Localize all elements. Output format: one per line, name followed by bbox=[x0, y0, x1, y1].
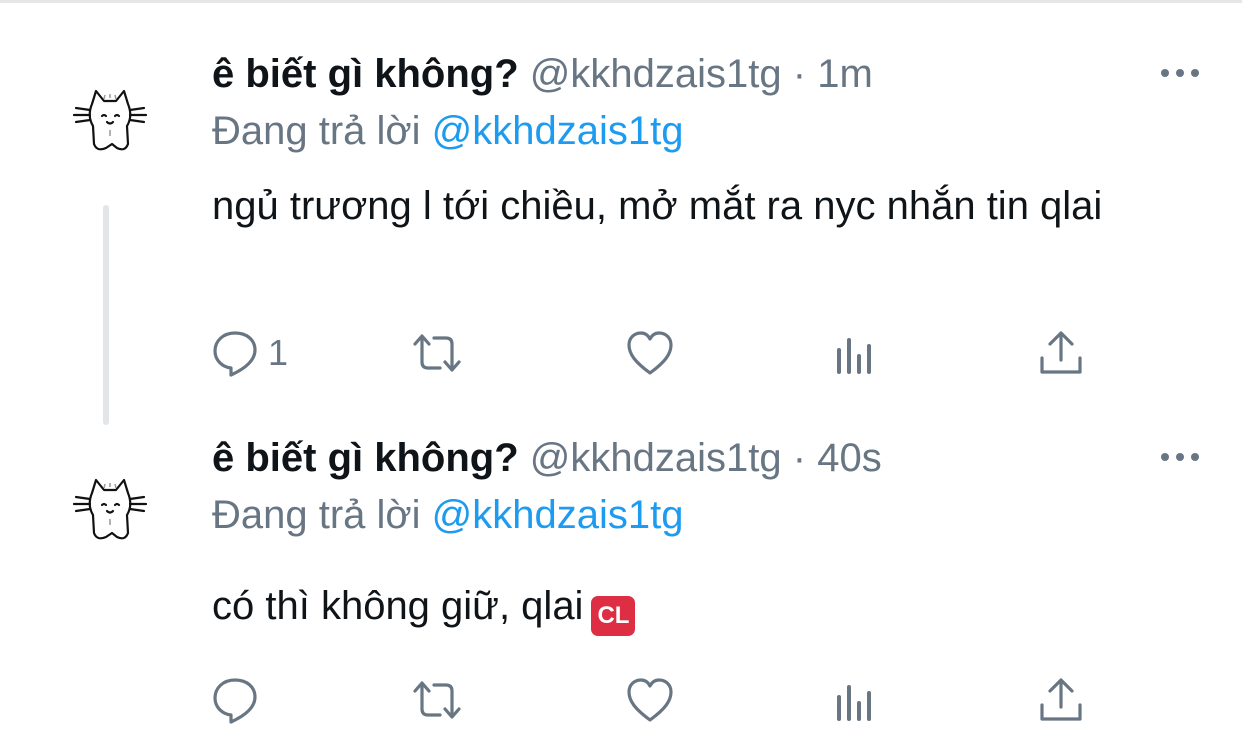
tweet-text: có thì không giữ, qlai CL bbox=[212, 578, 1172, 636]
like-button[interactable] bbox=[625, 670, 675, 730]
timestamp[interactable]: 1m bbox=[817, 52, 873, 96]
replying-prefix: Đang trả lời bbox=[212, 109, 421, 153]
share-icon bbox=[1040, 331, 1082, 374]
reply-button[interactable]: 1 bbox=[210, 323, 288, 383]
reply-count: 1 bbox=[268, 332, 289, 373]
tweet-text: ngủ trương l tới chiều, mở mắt ra nyc nh… bbox=[212, 184, 1103, 228]
thread-connector bbox=[103, 205, 109, 425]
avatar[interactable] bbox=[70, 82, 150, 162]
share-icon bbox=[1040, 678, 1082, 721]
separator: · bbox=[792, 52, 807, 96]
retweet-icon bbox=[413, 334, 461, 372]
share-button[interactable] bbox=[1036, 323, 1086, 383]
timestamp[interactable]: 40s bbox=[817, 436, 882, 480]
separator: · bbox=[792, 436, 807, 480]
tweet-header: ê biết gì không? @kkhdzais1tg · 1m bbox=[212, 50, 873, 98]
display-name[interactable]: ê biết gì không? bbox=[212, 436, 519, 480]
tweet[interactable]: ê biết gì không? @kkhdzais1tg · 40s Đang… bbox=[0, 425, 1242, 741]
avatar[interactable] bbox=[70, 471, 150, 551]
stats-icon bbox=[837, 338, 871, 374]
action-bar: 1 bbox=[0, 323, 1242, 383]
replying-handle-link[interactable]: @kkhdzais1tg bbox=[432, 493, 684, 537]
like-icon bbox=[627, 678, 673, 722]
reply-icon bbox=[213, 678, 257, 724]
stats-icon bbox=[837, 685, 871, 721]
tweet[interactable]: ê biết gì không? @kkhdzais1tg · 1m Đang … bbox=[0, 0, 1242, 425]
user-handle[interactable]: @kkhdzais1tg bbox=[530, 436, 782, 480]
replying-handle-link[interactable]: @kkhdzais1tg bbox=[432, 109, 684, 153]
display-name[interactable]: ê biết gì không? bbox=[212, 52, 519, 96]
tweet-text-content: có thì không giữ, qlai bbox=[212, 584, 584, 628]
like-icon bbox=[627, 331, 673, 375]
replying-to: Đang trả lời @kkhdzais1tg bbox=[212, 107, 684, 155]
reply-icon bbox=[213, 331, 257, 377]
user-handle[interactable]: @kkhdzais1tg bbox=[530, 52, 782, 96]
like-button[interactable] bbox=[625, 323, 675, 383]
more-icon[interactable] bbox=[1155, 442, 1205, 472]
retweet-button[interactable] bbox=[412, 323, 462, 383]
retweet-button[interactable] bbox=[412, 670, 462, 730]
action-bar bbox=[0, 670, 1242, 730]
replying-to: Đang trả lời @kkhdzais1tg bbox=[212, 491, 684, 539]
stats-button[interactable] bbox=[830, 670, 880, 730]
cl-emoji: CL bbox=[591, 596, 636, 636]
more-icon[interactable] bbox=[1155, 58, 1205, 88]
replying-prefix: Đang trả lời bbox=[212, 493, 421, 537]
tweet-header: ê biết gì không? @kkhdzais1tg · 40s bbox=[212, 434, 882, 482]
reply-button[interactable] bbox=[210, 670, 268, 730]
share-button[interactable] bbox=[1036, 670, 1086, 730]
retweet-icon bbox=[413, 681, 461, 719]
stats-button[interactable] bbox=[830, 323, 880, 383]
